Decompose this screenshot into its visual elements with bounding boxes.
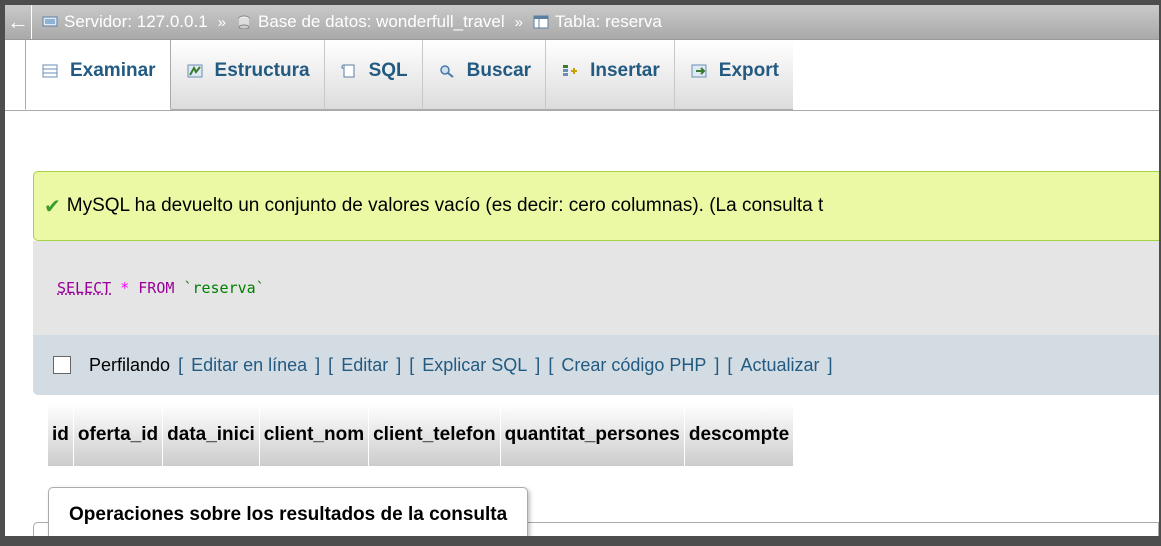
column-header-descompte[interactable]: descompte [684, 404, 795, 466]
success-check-icon: ✔ [44, 195, 61, 218]
tab-structure[interactable]: Estructura [170, 40, 325, 110]
tab-export[interactable]: Export [674, 40, 793, 110]
column-header-client-telefon[interactable]: client_telefon [369, 404, 501, 466]
create-php-code-link[interactable]: Crear código PHP [561, 355, 706, 376]
sql-keyword-select[interactable]: SELECT [57, 279, 111, 297]
sql-table-name: `reserva` [183, 279, 265, 297]
edit-inline-link[interactable]: Editar en línea [191, 355, 307, 376]
column-header-id[interactable]: id [48, 404, 74, 466]
breadcrumb-table[interactable]: Tabla: reserva [533, 12, 662, 32]
results-table-header: id oferta_id data_inici client_nom clien… [48, 404, 795, 466]
column-header-quantitat-persones[interactable]: quantitat_persones [500, 404, 685, 466]
profiling-checkbox[interactable] [53, 356, 71, 374]
column-header-oferta-id[interactable]: oferta_id [73, 404, 164, 466]
breadcrumb-separator: » [514, 13, 523, 31]
table-icon [533, 15, 549, 29]
phpmyadmin-frame: ← Servidor: 127.0.0.1 » Base de datos: w… [5, 5, 1159, 536]
breadcrumb: ← Servidor: 127.0.0.1 » Base de datos: w… [5, 5, 1159, 40]
profiling-label: Perfilando [89, 354, 171, 375]
column-header-data-inici[interactable]: data_inici [163, 404, 260, 466]
insert-icon [563, 64, 578, 76]
tab-bar: Examinar Estructura SQL Buscar Insertar … [5, 40, 1159, 147]
explain-sql-link[interactable]: Explicar SQL [422, 355, 527, 376]
sql-icon [341, 64, 355, 77]
refresh-link[interactable]: Actualizar [740, 355, 819, 376]
server-icon [42, 16, 58, 27]
tab-insert[interactable]: Insertar [546, 40, 675, 110]
browse-icon [42, 64, 58, 77]
export-icon [691, 64, 707, 77]
column-header-client-nom[interactable]: client_nom [259, 404, 370, 466]
sql-keyword-from: FROM [138, 279, 175, 297]
database-icon [238, 15, 250, 29]
query-operations-legend: Operaciones sobre los resultados de la c… [48, 487, 529, 536]
search-icon [439, 64, 454, 78]
profiling-bar: Perfilando [Editar en línea] [Editar] [E… [33, 335, 1159, 395]
tab-browse[interactable]: Examinar [25, 40, 171, 110]
breadcrumb-server[interactable]: Servidor: 127.0.0.1 [42, 12, 208, 32]
collapse-arrow-icon[interactable]: ← [5, 5, 32, 39]
structure-icon [187, 64, 203, 77]
success-message: ✔ MySQL ha devuelto un conjunto de valor… [33, 171, 1159, 241]
breadcrumb-database[interactable]: Base de datos: wonderfull_travel [236, 12, 505, 32]
sql-query-box: SELECT * FROM `reserva` [33, 241, 1159, 335]
breadcrumb-separator: » [217, 13, 226, 31]
edit-link[interactable]: Editar [341, 355, 388, 376]
tab-sql[interactable]: SQL [324, 40, 423, 110]
tab-search[interactable]: Buscar [422, 40, 547, 110]
tab-divider [5, 110, 1159, 111]
sql-star: * [120, 279, 130, 297]
